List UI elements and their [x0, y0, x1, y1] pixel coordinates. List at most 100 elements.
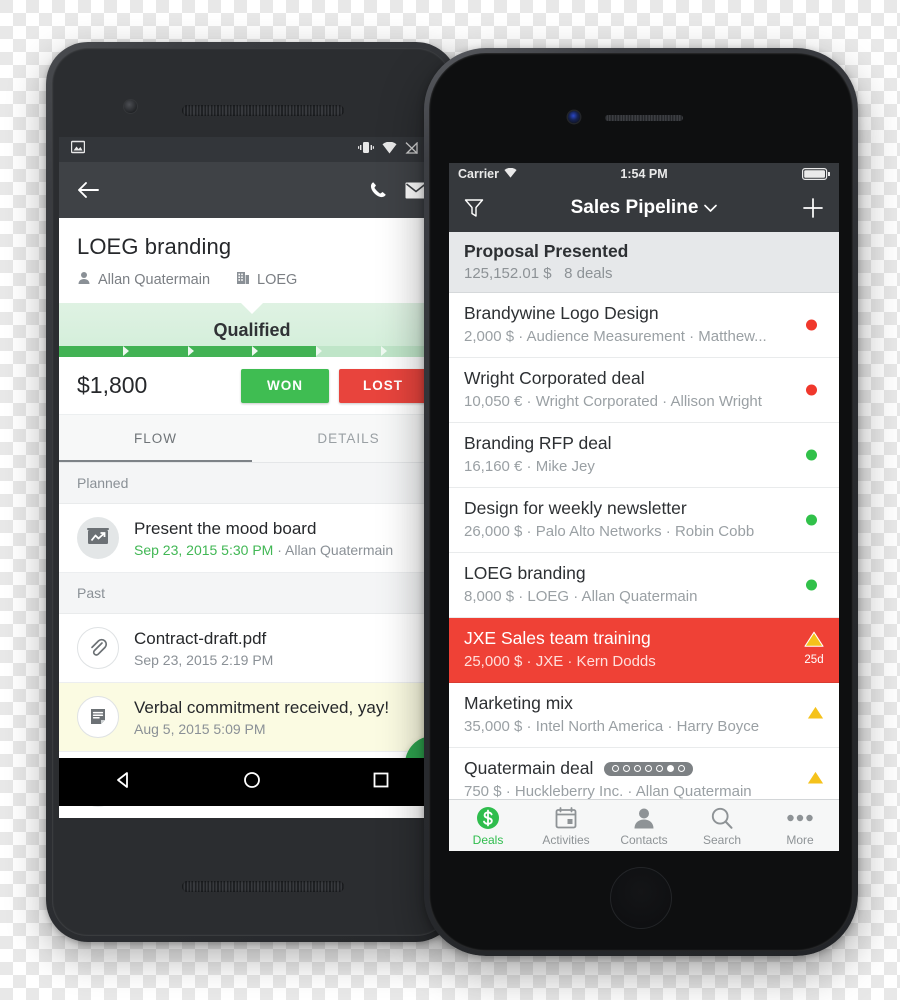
- nav-back-icon[interactable]: [113, 770, 133, 795]
- activity-text: Verbal commitment received, yay! Aug 5, …: [134, 698, 389, 737]
- wifi-icon: [382, 141, 397, 159]
- activity-title: Verbal commitment received, yay!: [134, 697, 390, 717]
- plus-icon[interactable]: [801, 196, 825, 220]
- tab-label: Deals: [472, 832, 504, 847]
- android-tab-strip: FLOW DETAILS: [59, 415, 445, 463]
- vibrate-icon: [358, 141, 374, 159]
- tab-deals[interactable]: Deals: [449, 805, 527, 847]
- android-navigation-bar: [59, 758, 445, 806]
- iphone-home-button[interactable]: [610, 867, 672, 929]
- deal-amount-row: $1,800 WON LOST: [59, 357, 445, 415]
- android-front-camera-icon: [124, 100, 137, 113]
- overdue-days: 25d: [804, 653, 824, 666]
- presentation-icon: [77, 517, 119, 559]
- stage-summary: 125,152.01 $ 8 deals: [464, 265, 824, 282]
- tab-search[interactable]: Search: [683, 805, 761, 847]
- tab-contacts[interactable]: Contacts: [605, 805, 683, 847]
- note-icon: [77, 696, 119, 738]
- android-earpiece-speaker: [182, 105, 344, 116]
- deal-title: JXE Sales team training: [464, 628, 651, 648]
- stage-name: Proposal Presented: [464, 241, 629, 261]
- deal-subtitle: 25,000 $ · JXE · Kern Dodds: [464, 653, 656, 670]
- status-dot-green: [806, 579, 817, 591]
- warning-triangle-icon: [806, 705, 825, 726]
- android-device-body: LOEG branding Allan Quatermain LOEG Qual…: [52, 48, 452, 936]
- status-dot-red: [806, 384, 817, 396]
- android-app-bar: [59, 162, 445, 218]
- activity-title: Present the mood board: [134, 518, 317, 538]
- stage-segment[interactable]: [123, 346, 195, 357]
- signal-off-icon: [405, 140, 418, 159]
- won-button[interactable]: WON: [241, 368, 329, 403]
- stage-dot: [623, 765, 631, 772]
- stage-total: 125,152.01 $: [464, 265, 552, 282]
- deal-title: Branding RFP deal: [464, 433, 612, 453]
- stage-dot: [645, 765, 653, 772]
- deal-subtitle: 8,000 $ · LOEG · Allan Quatermain: [464, 588, 698, 605]
- activity-row[interactable]: Present the mood board Sep 23, 2015 5:30…: [59, 504, 445, 573]
- stage-dot-active: [667, 765, 675, 772]
- deal-org-name: LOEG: [257, 272, 298, 288]
- deal-organization[interactable]: LOEG: [236, 271, 297, 289]
- iphone-screen: Carrier 1:54 PM Sales Pipeline Proposal …: [449, 163, 839, 851]
- android-screen: LOEG branding Allan Quatermain LOEG Qual…: [59, 137, 445, 818]
- deal-action-buttons: WON LOST: [241, 368, 427, 403]
- deal-list-item-overdue[interactable]: JXE Sales team training 25,000 $ · JXE ·…: [449, 618, 839, 683]
- stage-dot: [678, 765, 686, 772]
- pipeline-title-group[interactable]: Sales Pipeline: [449, 197, 839, 219]
- filter-funnel-icon[interactable]: [463, 197, 485, 219]
- activity-owner: · Allan Quatermain: [273, 541, 394, 558]
- deal-subtitle: 16,160 € · Mike Jey: [464, 458, 595, 475]
- deal-title-group: Quatermain deal: [464, 758, 824, 779]
- deal-meta: Allan Quatermain LOEG: [77, 271, 427, 289]
- deal-title: LOEG branding: [464, 563, 586, 583]
- activity-subtitle: Sep 23, 2015 5:30 PM · Allan Quatermain: [134, 542, 393, 558]
- activity-row[interactable]: Verbal commitment received, yay! Aug 5, …: [59, 683, 445, 752]
- deal-subtitle: 10,050 € · Wright Corporated · Allison W…: [464, 393, 762, 410]
- tab-details[interactable]: DETAILS: [252, 415, 445, 462]
- pipeline-stage-header[interactable]: Proposal Presented 125,152.01 $ 8 deals: [449, 232, 839, 293]
- lost-button[interactable]: LOST: [339, 368, 427, 403]
- stage-segment[interactable]: [187, 346, 259, 357]
- overdue-indicator: 25d: [804, 631, 824, 666]
- activity-date: Sep 23, 2015 5:30 PM: [134, 541, 274, 558]
- tab-flow[interactable]: FLOW: [59, 415, 252, 462]
- stage-segment[interactable]: [251, 346, 323, 357]
- stage-progress-bar[interactable]: [59, 346, 445, 357]
- phone-icon[interactable]: [361, 173, 395, 207]
- status-carrier-group: Carrier: [458, 167, 517, 181]
- page-title: LOEG branding: [77, 234, 232, 259]
- deal-list-item[interactable]: Branding RFP deal 16,160 € · Mike Jey: [449, 423, 839, 488]
- deal-owner[interactable]: Allan Quatermain: [77, 271, 210, 289]
- deal-stage-bar[interactable]: Qualified: [59, 303, 445, 357]
- tab-activities[interactable]: Activities: [527, 805, 605, 847]
- stage-segment[interactable]: [59, 346, 130, 357]
- back-arrow-icon[interactable]: [71, 173, 105, 207]
- stage-segment[interactable]: [316, 346, 388, 357]
- tab-more[interactable]: More: [761, 805, 839, 847]
- deal-list-item[interactable]: Wright Corporated deal 10,050 € · Wright…: [449, 358, 839, 423]
- deal-list-item[interactable]: LOEG branding 8,000 $ · LOEG · Allan Qua…: [449, 553, 839, 618]
- carrier-label: Carrier: [458, 166, 499, 181]
- stage-notch: [241, 303, 263, 314]
- deal-list-item[interactable]: Marketing mix 35,000 $ · Intel North Ame…: [449, 683, 839, 748]
- deal-subtitle: 750 $ · Huckleberry Inc. · Allan Quaterm…: [464, 783, 752, 800]
- deal-subtitle: 26,000 $ · Palo Alto Networks · Robin Co…: [464, 523, 755, 540]
- deal-title: Design for weekly newsletter: [464, 498, 687, 518]
- deal-list-item[interactable]: Design for weekly newsletter 26,000 $ · …: [449, 488, 839, 553]
- activity-row[interactable]: Contract-draft.pdf Sep 23, 2015 2:19 PM: [59, 614, 445, 683]
- nav-home-icon[interactable]: [242, 770, 262, 795]
- deal-list-item[interactable]: Brandywine Logo Design 2,000 $ · Audienc…: [449, 293, 839, 358]
- android-bottom-speaker: [182, 881, 344, 892]
- deal-owner-name: Allan Quatermain: [98, 272, 211, 288]
- iphone-tab-bar: Deals Activities Contacts Search More: [449, 799, 839, 851]
- calendar-icon: [554, 805, 578, 831]
- chevron-down-icon: [704, 197, 718, 219]
- activity-date: Sep 23, 2015 2:19 PM: [134, 651, 274, 668]
- ellipsis-icon: [786, 805, 814, 831]
- attachment-icon: [77, 627, 119, 669]
- tab-label: Contacts: [620, 832, 668, 847]
- android-status-left: [70, 140, 86, 159]
- screenshot-stage: LOEG branding Allan Quatermain LOEG Qual…: [0, 0, 900, 1000]
- nav-recents-icon[interactable]: [371, 770, 391, 795]
